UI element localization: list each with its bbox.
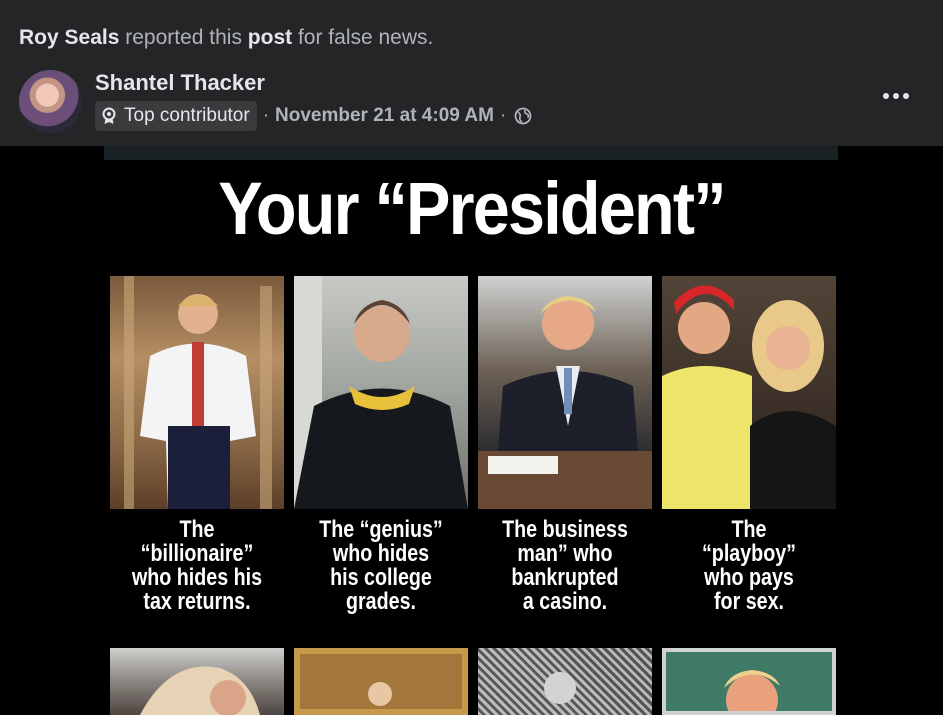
caption-billionaire: The “billionaire” who hides his tax retu… xyxy=(131,516,263,615)
post-header: Shantel Thacker Top contributor · Novemb… xyxy=(19,68,924,134)
globe-icon[interactable] xyxy=(514,107,532,125)
photo-row2-3 xyxy=(478,648,652,715)
image-top-strip xyxy=(104,146,838,160)
more-options-icon xyxy=(883,93,889,99)
photo-figure xyxy=(124,276,272,509)
report-text-after: for false news. xyxy=(292,26,434,49)
photo-row2-1 xyxy=(110,648,284,715)
image-captions: The “billionaire” who hides his tax retu… xyxy=(110,518,836,638)
more-options-icon xyxy=(903,93,909,99)
caption-genius: The “genius” who hides his college grade… xyxy=(319,516,443,615)
photo-playboy xyxy=(662,276,836,509)
photo-figure xyxy=(544,672,576,704)
more-options-icon xyxy=(893,93,899,99)
image-headline: Your “President” xyxy=(218,167,726,250)
photo-row2-4 xyxy=(662,648,836,715)
photo-figure xyxy=(294,276,468,509)
photo-genius xyxy=(294,276,468,509)
author-name[interactable]: Shantel Thacker xyxy=(95,70,265,96)
photo-figure xyxy=(478,296,652,509)
report-notice: Roy Seals reported this post for false n… xyxy=(19,26,433,50)
top-contributor-badge[interactable]: Top contributor xyxy=(95,101,257,131)
report-text-before: reported this xyxy=(119,26,248,49)
caption-playboy: The “playboy” who pays for sex. xyxy=(701,516,797,615)
photo-figure xyxy=(140,666,260,715)
photo-billionaire xyxy=(110,276,284,509)
photo-figure xyxy=(662,285,836,509)
contributor-badge-icon xyxy=(102,107,116,124)
report-object[interactable]: post xyxy=(248,26,292,49)
caption-businessman: The business man” who bankrupted a casin… xyxy=(502,516,628,615)
meta-separator: · xyxy=(499,105,507,126)
photo-businessman xyxy=(478,276,652,509)
photo-row2-2 xyxy=(294,648,468,715)
meta-separator: · xyxy=(262,105,270,126)
photo-figure xyxy=(724,670,780,711)
post-image[interactable]: Your “President” The “billionaire” who h… xyxy=(0,146,943,715)
post-timestamp[interactable]: November 21 at 4:09 AM xyxy=(275,105,494,127)
more-options-button[interactable] xyxy=(878,84,914,108)
photo-figure xyxy=(368,682,392,706)
badge-label: Top contributor xyxy=(124,105,250,126)
post-meta: Top contributor · November 21 at 4:09 AM… xyxy=(95,101,532,131)
reporter-name[interactable]: Roy Seals xyxy=(19,26,119,49)
avatar[interactable] xyxy=(19,70,82,133)
